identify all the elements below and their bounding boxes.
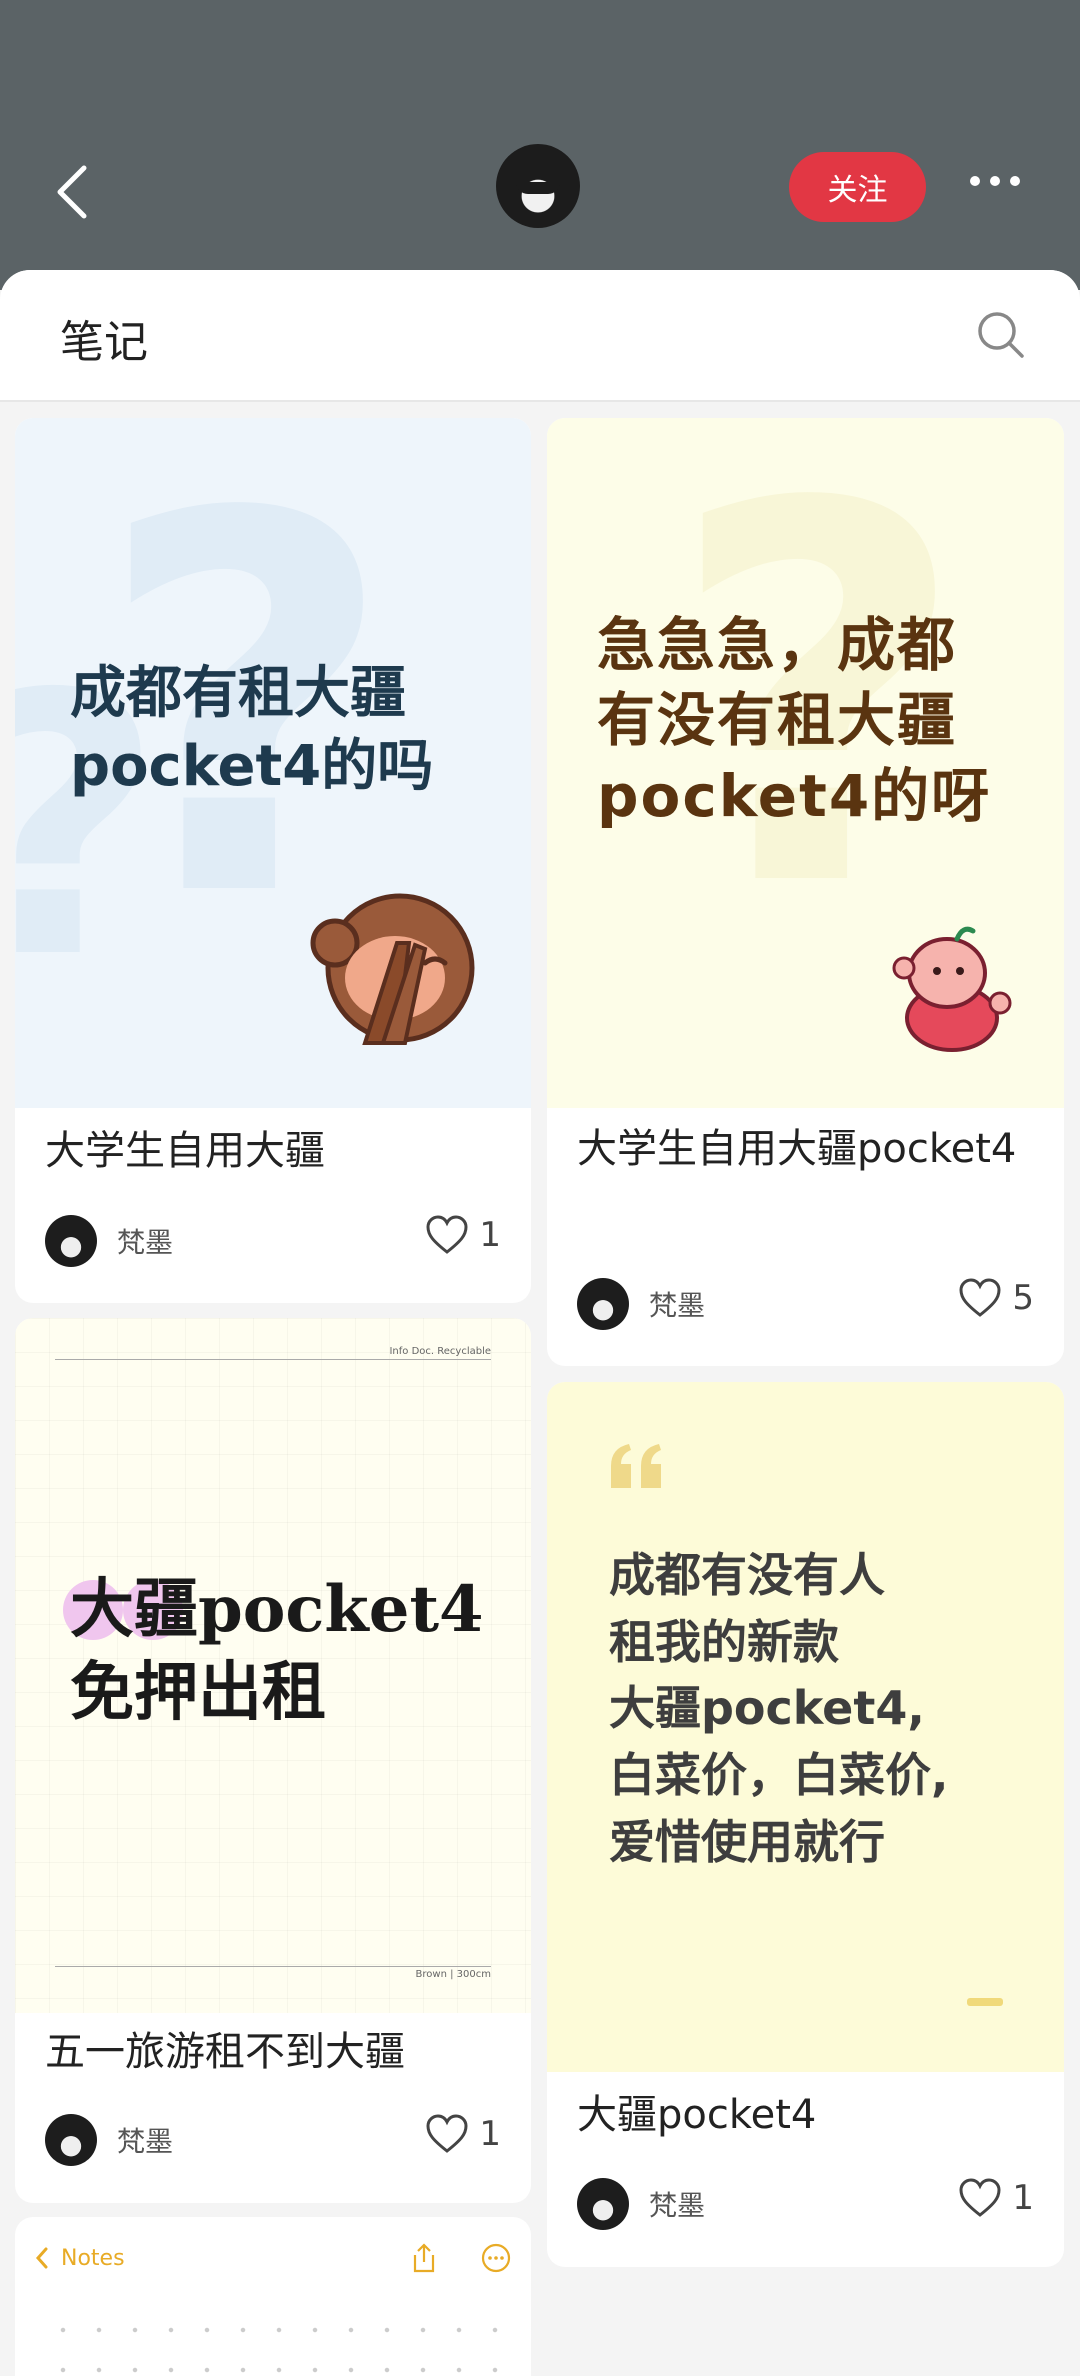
cover-header-text: Info Doc. Recyclable — [55, 1346, 491, 1360]
note-author: 梵墨 — [577, 1278, 705, 1330]
note-author: 梵墨 — [577, 2178, 705, 2230]
search-button[interactable] — [976, 310, 1026, 360]
note-author: 梵墨 — [45, 1215, 173, 1267]
like-count: 1 — [479, 1215, 501, 1255]
note-card[interactable]: 成都有没有人 租我的新款 大疆pocket4, 白菜价，白菜价, 爱惜使用就行 … — [547, 1382, 1064, 2267]
chevron-left-icon — [35, 2247, 48, 2269]
like-button[interactable]: 1 — [425, 2114, 501, 2154]
note-card[interactable]: ? ? 成都有租大疆 pocket4的吗 大学生自用大疆 梵墨 1 — [15, 418, 531, 1303]
like-count: 5 — [1012, 1278, 1034, 1318]
heart-icon — [959, 2178, 1001, 2217]
notes-grid-dots — [45, 2367, 501, 2373]
follow-button[interactable]: 关注 — [789, 152, 926, 222]
notes-grid-dots — [45, 2327, 501, 2333]
note-card[interactable]: ? 急急急，成都 有没有租大疆 pocket4的呀 大学生自用大疆pocket4… — [547, 418, 1064, 1366]
author-avatar — [577, 2178, 629, 2230]
notes-app-bar: Notes — [35, 2243, 511, 2273]
note-cover: ? ? 成都有租大疆 pocket4的吗 — [15, 418, 531, 1108]
share-icon — [413, 2243, 435, 2273]
like-button[interactable]: 5 — [958, 1278, 1034, 1318]
pig-sticker-icon — [892, 926, 1012, 1052]
back-button[interactable] — [50, 160, 94, 224]
heart-icon — [426, 2114, 468, 2153]
note-author: 梵墨 — [45, 2114, 173, 2166]
cover-text: 急急急，成都 有没有租大疆 pocket4的呀 — [597, 611, 992, 830]
like-button[interactable]: 1 — [425, 1215, 501, 1255]
cover-text: 成都有没有人 租我的新款 大疆pocket4, 白菜价，白菜价, 爱惜使用就行 — [609, 1548, 949, 1869]
heart-icon — [426, 1215, 468, 1254]
avatar[interactable] — [496, 144, 580, 228]
like-count: 1 — [479, 2114, 501, 2154]
like-count: 1 — [1012, 2178, 1034, 2218]
page-title: 笔记 — [60, 317, 148, 368]
like-button[interactable]: 1 — [958, 2178, 1034, 2218]
note-title: 大疆pocket4 — [577, 2092, 817, 2138]
quote-mark-icon — [611, 1444, 661, 1488]
author-avatar — [45, 1215, 97, 1267]
note-title: 大学生自用大疆pocket4 — [577, 1126, 1017, 1172]
heart-icon — [959, 1278, 1001, 1317]
note-title: 大学生自用大疆 — [45, 1128, 325, 1174]
cover-footer-text: Brown | 300cm — [55, 1966, 491, 1980]
monkey-sticker-icon — [310, 893, 475, 1045]
note-cover: ? 急急急，成都 有没有租大疆 pocket4的呀 — [547, 418, 1064, 1108]
notes-sheet: 笔记 ? ? 成都有租大疆 pocket4的吗 大学生自用大疆 — [0, 270, 1080, 2376]
chevron-left-icon — [57, 165, 87, 219]
note-title: 五一旅游租不到大疆 — [45, 2029, 405, 2075]
search-icon — [978, 312, 1024, 358]
author-avatar — [45, 2114, 97, 2166]
profile-header: 关注 — [0, 0, 1080, 290]
more-circle-icon — [481, 2243, 511, 2273]
author-avatar — [577, 1278, 629, 1330]
note-cover: 成都有没有人 租我的新款 大疆pocket4, 白菜价，白菜价, 爱惜使用就行 — [547, 1382, 1064, 2072]
sheet-header: 笔记 — [0, 270, 1080, 402]
note-cover: Info Doc. Recyclable Brown | 300cm 大疆poc… — [15, 1318, 531, 2013]
more-options-button[interactable] — [970, 176, 1020, 186]
note-card[interactable]: Info Doc. Recyclable Brown | 300cm 大疆poc… — [15, 1318, 531, 2203]
cover-text: 大疆pocket4 免押出租 — [70, 1572, 484, 1731]
note-card[interactable]: Notes — [15, 2217, 531, 2376]
cover-text: 成都有租大疆 pocket4的吗 — [70, 661, 434, 799]
